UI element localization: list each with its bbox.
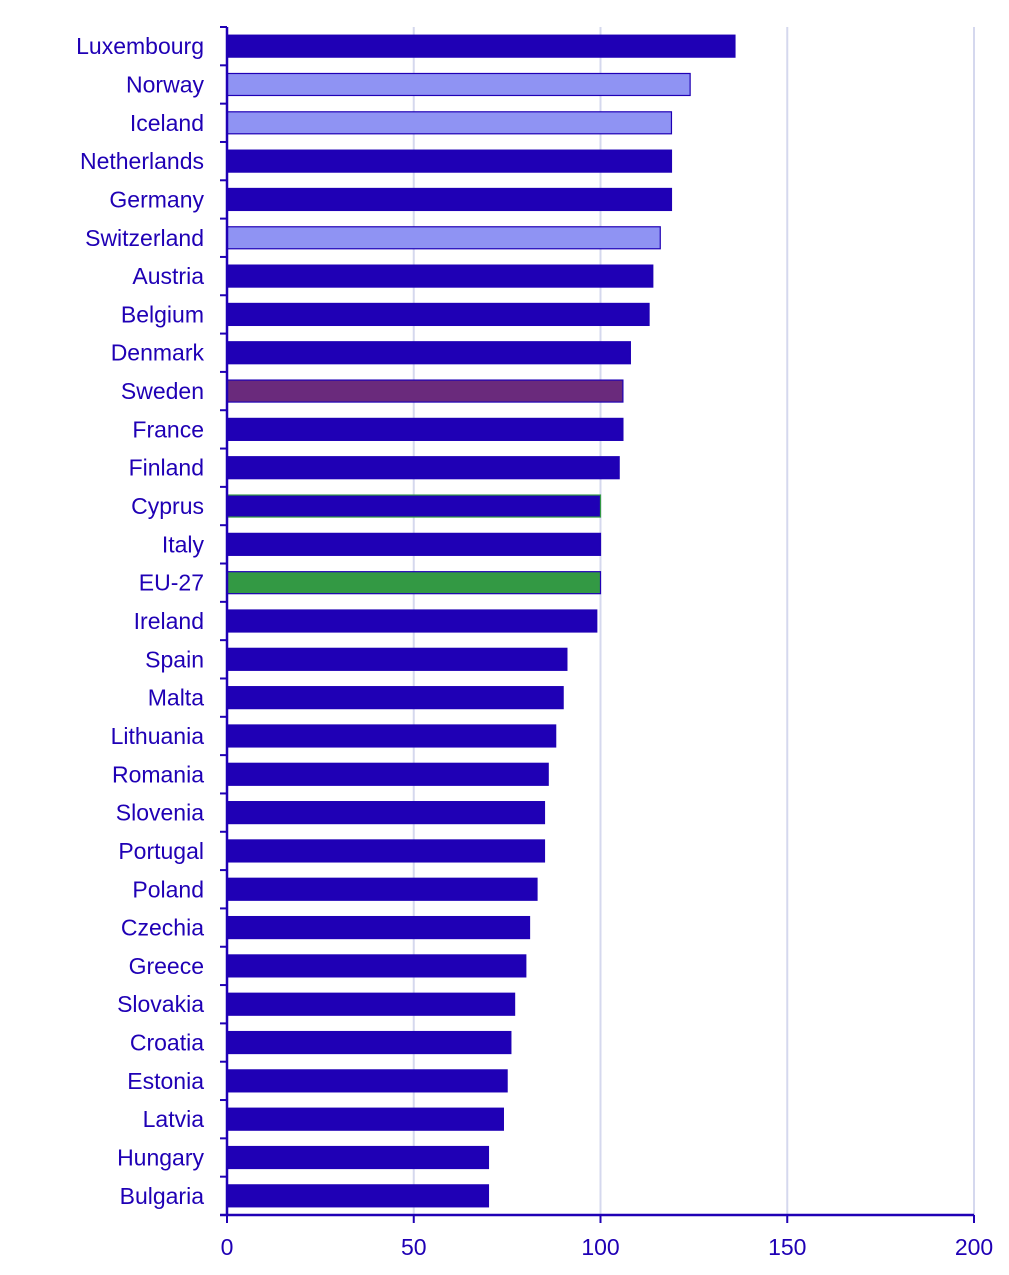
category-label: Netherlands — [80, 148, 204, 174]
bar-iceland — [226, 111, 673, 135]
bar-slovakia — [226, 992, 516, 1016]
category-label: Bulgaria — [120, 1183, 205, 1209]
category-label: Latvia — [143, 1106, 205, 1132]
x-tick-label: 50 — [401, 1234, 427, 1260]
bar-luxembourg — [226, 34, 736, 58]
x-tick-label: 200 — [955, 1234, 993, 1260]
bar-lithuania — [226, 724, 557, 748]
category-label: Switzerland — [85, 225, 204, 251]
category-label: Italy — [162, 531, 205, 557]
category-label: Malta — [148, 685, 204, 711]
category-label: Sweden — [121, 378, 204, 404]
bar-france — [226, 417, 624, 441]
category-label: EU-27 — [139, 570, 204, 596]
bar-estonia — [226, 1069, 508, 1093]
category-label: Slovakia — [117, 991, 204, 1017]
category-label: Hungary — [117, 1145, 204, 1171]
category-label: Lithuania — [111, 723, 205, 749]
bar-ireland — [226, 609, 598, 633]
bar-finland — [226, 456, 620, 480]
bar-romania — [226, 762, 549, 786]
category-label: Luxembourg — [76, 33, 204, 59]
x-tick-label: 150 — [768, 1234, 806, 1260]
category-label: Slovenia — [116, 800, 204, 826]
bar-belgium — [226, 302, 650, 327]
category-label: Estonia — [127, 1068, 204, 1094]
bar-czechia — [226, 915, 531, 940]
category-label: Spain — [145, 646, 204, 672]
x-tick-label: 0 — [221, 1234, 234, 1260]
category-label: Croatia — [130, 1030, 204, 1056]
category-label: Portugal — [118, 838, 204, 864]
bars — [226, 34, 736, 1208]
category-label: Austria — [132, 263, 204, 289]
category-label: France — [132, 416, 204, 442]
category-label: Ireland — [134, 608, 204, 634]
category-label: Denmark — [111, 340, 205, 366]
bar-hungary — [226, 1145, 490, 1170]
bar-malta — [226, 686, 564, 710]
bar-greece — [226, 954, 527, 978]
bar-sweden — [226, 379, 624, 403]
bar-italy — [226, 532, 602, 556]
bar-croatia — [226, 1030, 512, 1055]
category-label: Cyprus — [131, 493, 204, 519]
category-label: Finland — [129, 455, 204, 481]
bar-poland — [226, 877, 538, 901]
bar-norway — [226, 72, 691, 97]
bar-austria — [226, 264, 654, 288]
bar-denmark — [226, 341, 631, 365]
bar-switzerland — [226, 226, 661, 250]
bar-latvia — [226, 1107, 504, 1131]
category-label: Czechia — [121, 915, 204, 941]
category-label: Germany — [109, 186, 204, 212]
category-label: Iceland — [130, 110, 204, 136]
category-label: Greece — [129, 953, 204, 979]
bar-netherlands — [226, 149, 673, 173]
category-label: Norway — [126, 71, 204, 97]
bar-eu-27 — [226, 571, 602, 595]
bar-spain — [226, 647, 568, 671]
bar-germany — [226, 187, 673, 212]
bar-slovenia — [226, 801, 546, 825]
category-labels: Luxembourg Norway Iceland Netherlands German… — [76, 33, 204, 1209]
category-label: Romania — [112, 761, 204, 787]
x-tick-labels: 0 50 100 150 200 — [221, 1234, 994, 1260]
x-tick-label: 100 — [581, 1234, 619, 1260]
bar-bulgaria — [226, 1184, 490, 1208]
bar-cyprus — [226, 494, 602, 518]
category-label: Poland — [132, 876, 204, 902]
category-label: Belgium — [121, 301, 204, 327]
bar-portugal — [226, 839, 546, 863]
bar-chart: Luxembourg Norway Iceland Netherlands German… — [76, 26, 994, 1260]
